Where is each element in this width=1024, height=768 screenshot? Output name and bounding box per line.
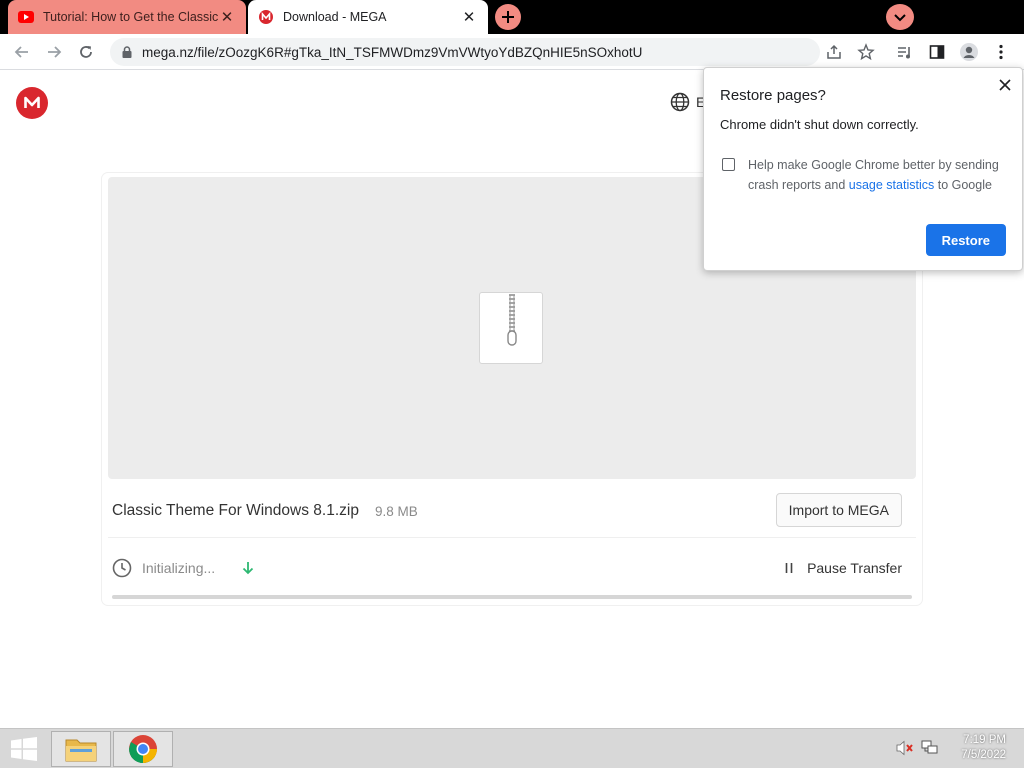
clock-time: 7:19 PM [963,734,1006,746]
dialog-message: Chrome didn't shut down correctly. [720,117,919,132]
tab-search-button[interactable] [886,4,914,30]
restore-button[interactable]: Restore [925,224,1006,256]
clock-icon [112,558,132,578]
pause-label: Pause Transfer [807,560,902,576]
mega-logo[interactable] [16,87,48,119]
import-to-mega-button[interactable]: Import to MEGA [775,493,902,527]
back-arrow-icon [14,46,28,58]
clock-date: 7/5/2022 [961,749,1006,761]
network-icon [921,740,938,754]
browser-toolbar: mega.nz/file/zOozgK6R#gTka_ItN_TSFMWDmz9… [0,34,1024,70]
volume-muted-tray-icon[interactable] [896,739,914,757]
plus-icon [502,11,514,23]
windows-taskbar: 7:19 PM 7/5/2022 [0,728,1024,768]
start-button[interactable] [0,729,48,768]
forward-button[interactable] [42,40,66,64]
download-progress-bar [112,595,912,599]
new-tab-button[interactable] [495,4,521,30]
folder-icon [65,739,97,762]
mega-m-icon [24,96,40,108]
back-button[interactable] [10,40,34,64]
transfer-status: Initializing... [142,560,216,576]
profile-button[interactable] [958,41,980,63]
media-controls-button[interactable] [894,41,916,63]
transfer-status-row: Initializing... Pause Transfer [112,553,912,583]
file-info-row: Classic Theme For Windows 8.1.zip 9.8 MB… [112,491,912,531]
tab-title: Tutorial: How to Get the Classic Theme [43,10,218,24]
close-dialog-button[interactable] [996,76,1014,94]
close-tab-icon[interactable]: ✕ [218,8,236,26]
address-bar[interactable]: mega.nz/file/zOozgK6R#gTka_ItN_TSFMWDmz9… [110,38,820,66]
system-clock[interactable]: 7:19 PM 7/5/2022 [961,733,1006,763]
zip-file-icon [479,292,543,364]
language-selector[interactable]: E [670,92,705,112]
tab-youtube-tutorial[interactable]: Tutorial: How to Get the Classic Theme ✕ [8,0,246,34]
divider [108,537,916,538]
bookmark-button[interactable] [855,41,877,63]
reload-button[interactable] [74,40,98,64]
dialog-title: Restore pages? [720,87,826,104]
crash-report-label: Help make Google Chrome better by sendin… [748,155,1008,195]
crash-report-checkbox[interactable] [722,158,735,171]
download-arrow-icon [243,562,254,575]
usage-statistics-link[interactable]: usage statistics [849,178,934,192]
file-size: 9.8 MB [374,503,418,519]
star-icon [857,43,875,61]
checkbox-suffix: to Google [937,178,992,192]
profile-icon [960,43,978,61]
pause-transfer-button[interactable]: Pause Transfer [783,553,902,583]
file-name: Classic Theme For Windows 8.1.zip [112,502,359,519]
close-icon [999,79,1011,91]
mega-icon [258,9,274,25]
side-panel-icon [929,45,945,59]
chrome-icon [129,735,157,763]
lock-icon [122,46,132,58]
pause-icon [785,563,793,573]
reload-icon [80,46,92,58]
music-queue-icon [898,47,910,59]
file-explorer-taskbar-button[interactable] [51,731,111,767]
side-panel-button[interactable] [926,41,948,63]
chevron-down-icon [894,14,906,22]
chrome-taskbar-button[interactable] [113,731,173,767]
restore-pages-dialog: Restore pages? Chrome didn't shut down c… [703,67,1023,271]
kebab-menu-icon [999,44,1003,60]
url-text: mega.nz/file/zOozgK6R#gTka_ItN_TSFMWDmz9… [142,44,643,60]
globe-icon [670,92,690,112]
youtube-icon [18,9,34,25]
forward-arrow-icon [48,46,62,58]
tab-mega-download[interactable]: Download - MEGA ✕ [248,0,488,34]
tab-title: Download - MEGA [283,10,387,24]
network-tray-icon[interactable] [921,739,939,757]
share-icon [827,44,841,59]
chrome-menu-button[interactable] [990,41,1012,63]
close-tab-icon[interactable]: ✕ [460,8,478,26]
speaker-muted-icon [896,740,913,756]
windows-logo-icon [11,737,37,761]
tab-strip: Tutorial: How to Get the Classic Theme ✕… [0,0,1024,34]
share-button[interactable] [823,41,845,63]
